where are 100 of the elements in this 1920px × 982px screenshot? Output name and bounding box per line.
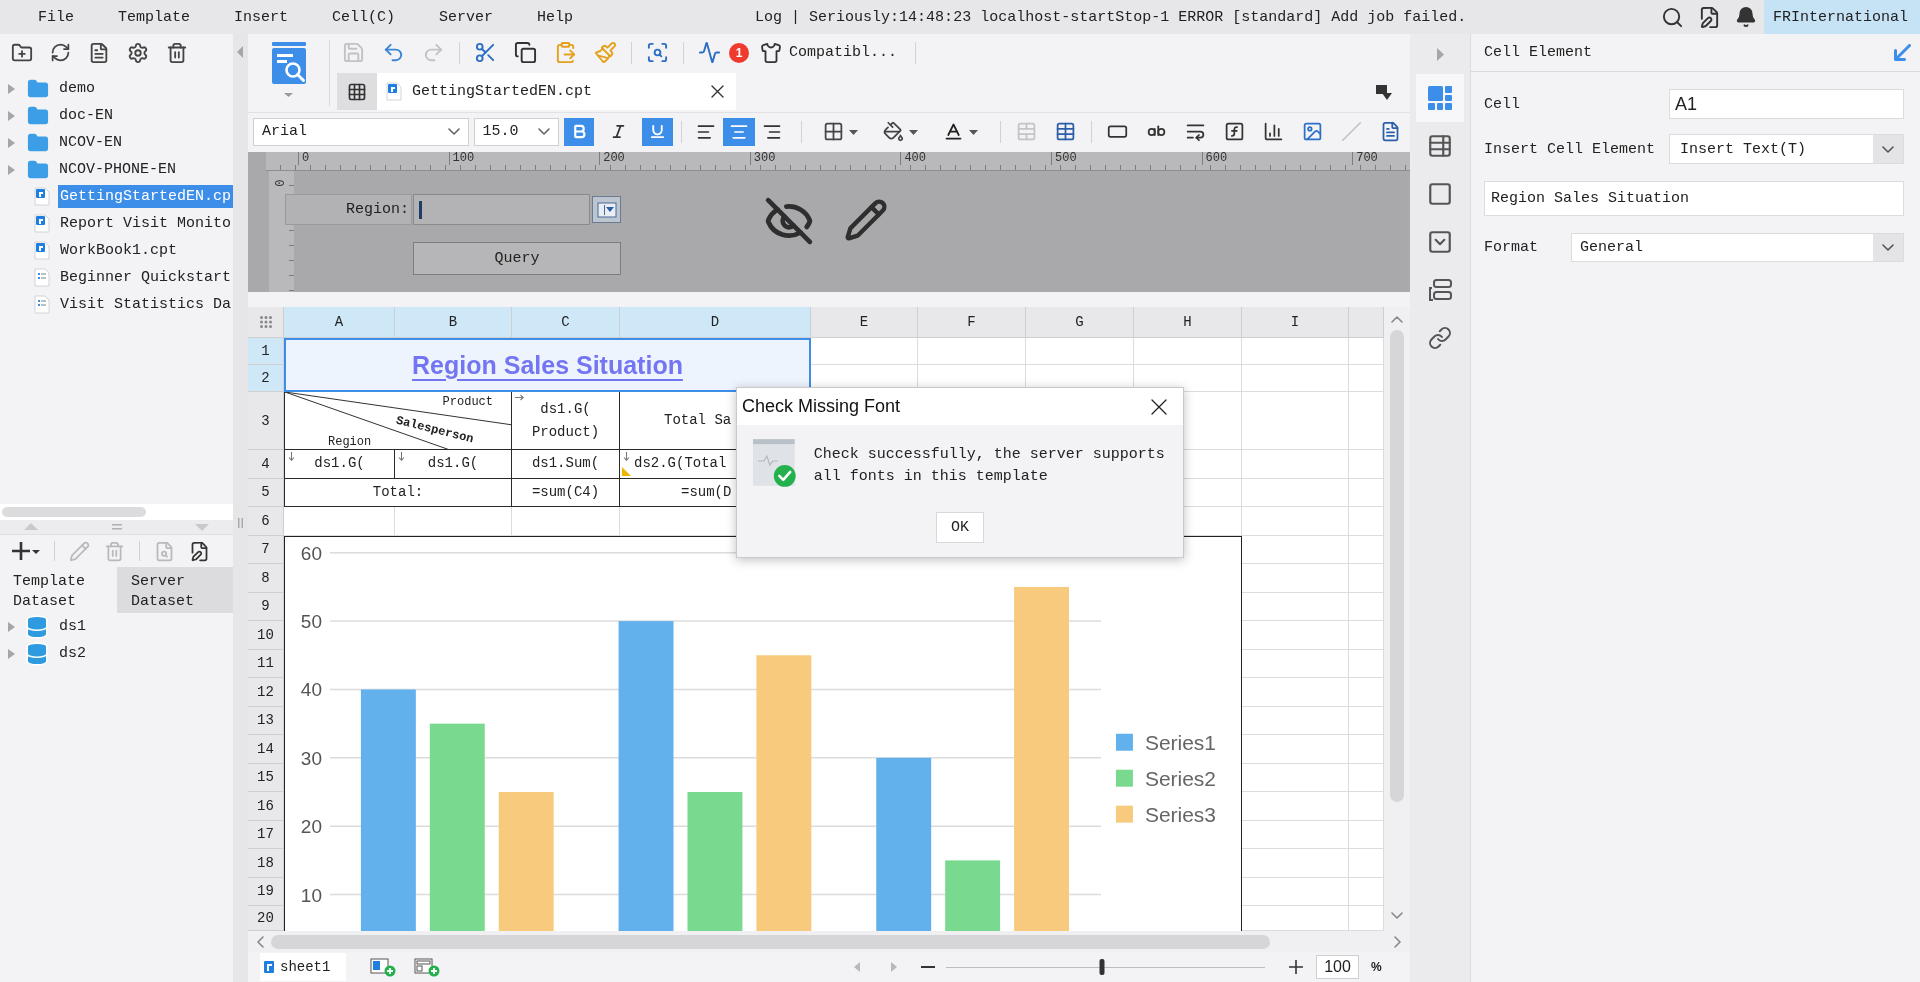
table-cell[interactable] <box>1349 820 1384 849</box>
scrollbar-thumb[interactable] <box>2 507 146 517</box>
file-name[interactable]: demo <box>57 77 97 100</box>
dataset-tab[interactable]: Server Dataset <box>117 567 233 613</box>
table-cell[interactable] <box>1242 507 1349 536</box>
table-cell[interactable]: ds1.G( <box>284 450 395 479</box>
table-icon[interactable] <box>1055 121 1076 142</box>
table-cell[interactable] <box>284 507 395 536</box>
drag-handle-icon[interactable] <box>111 524 122 530</box>
column-header[interactable]: F <box>918 307 1026 338</box>
menu-item[interactable]: Help <box>515 0 596 34</box>
collapsed-arrow-icon[interactable] <box>7 137 15 148</box>
table-cell[interactable] <box>1242 763 1349 792</box>
element-type-select[interactable]: Insert Text(T) <box>1669 134 1904 164</box>
table-cell[interactable] <box>1242 849 1349 878</box>
next-icon[interactable] <box>890 962 897 972</box>
eye-slash-icon[interactable] <box>764 196 814 246</box>
table-cell[interactable] <box>1349 906 1384 931</box>
table-cell[interactable] <box>1349 877 1384 906</box>
table-cell[interactable] <box>1242 592 1349 621</box>
format-select[interactable]: General <box>1571 233 1904 262</box>
table-cell[interactable]: ds1.G( Product) <box>512 392 620 450</box>
table-cell[interactable] <box>1349 592 1384 621</box>
file-name[interactable]: Beginner Quickstart <box>58 266 234 289</box>
row-header[interactable]: 5 <box>248 478 284 507</box>
expand-panel-icon[interactable] <box>1436 47 1444 61</box>
scroll-left-icon[interactable] <box>257 935 264 948</box>
table-cell[interactable] <box>1349 564 1384 593</box>
query-button[interactable]: Query <box>413 242 621 275</box>
file-name[interactable]: Report Visit Monito <box>58 212 234 235</box>
column-header[interactable]: C <box>512 307 620 338</box>
table-cell[interactable] <box>1242 365 1349 392</box>
table-cell[interactable] <box>1242 792 1349 821</box>
row-header[interactable]: 9 <box>248 592 284 621</box>
table-cell[interactable] <box>1349 735 1384 764</box>
file-name[interactable]: NCOV-EN <box>57 131 124 154</box>
table-cell[interactable] <box>1242 906 1349 931</box>
collapsed-arrow-icon[interactable] <box>7 164 15 175</box>
grid-button[interactable] <box>337 73 377 110</box>
previous-icon[interactable] <box>854 962 861 972</box>
function-icon[interactable] <box>1224 121 1245 142</box>
dataset-name[interactable]: ds1 <box>59 618 86 635</box>
menu-item[interactable]: Insert <box>212 0 311 34</box>
table-cell[interactable] <box>1026 338 1134 365</box>
table-cell[interactable] <box>1349 507 1384 536</box>
slider-thumb[interactable] <box>1099 959 1105 975</box>
zoom-in-icon[interactable] <box>1289 960 1303 974</box>
ok-button[interactable]: OK <box>936 512 984 543</box>
region-input-field[interactable] <box>413 194 590 225</box>
table-cell[interactable]: ds1.G( <box>395 450 512 479</box>
row-header[interactable]: 10 <box>248 621 284 650</box>
table-cell[interactable] <box>1242 564 1349 593</box>
add-button[interactable] <box>12 542 40 560</box>
table-cell[interactable] <box>1242 735 1349 764</box>
collapse-up-icon[interactable] <box>24 523 38 531</box>
table-cell[interactable]: =sum(C4) <box>512 478 620 507</box>
side-tab[interactable] <box>1416 74 1464 122</box>
column-header[interactable]: B <box>395 307 512 338</box>
scroll-up-icon[interactable] <box>1391 316 1403 323</box>
row-header[interactable]: 11 <box>248 649 284 678</box>
dataset-name[interactable]: ds2 <box>59 645 86 662</box>
column-header[interactable]: I <box>1242 307 1349 338</box>
collapsed-arrow-icon[interactable] <box>7 83 15 94</box>
column-header[interactable]: E <box>811 307 918 338</box>
search-icon[interactable] <box>1661 5 1684 29</box>
file-name[interactable]: WorkBook1.cpt <box>58 239 180 262</box>
document-icon[interactable] <box>88 41 110 64</box>
bold-button[interactable] <box>564 117 594 146</box>
sheet-tab[interactable]: sheet1 <box>260 953 346 981</box>
file-pen-icon[interactable] <box>189 540 210 562</box>
add-layout-icon[interactable] <box>414 957 440 977</box>
table-cell[interactable] <box>1242 478 1349 507</box>
file-name[interactable]: Visit Statistics Da <box>58 293 234 316</box>
table-cell[interactable] <box>1349 649 1384 678</box>
table-cell[interactable] <box>1242 392 1349 450</box>
bell-icon[interactable] <box>1735 6 1757 28</box>
caret-icon[interactable] <box>848 128 858 135</box>
dropdown-button[interactable] <box>592 196 621 223</box>
zoom-field[interactable]: 100 <box>1316 955 1359 979</box>
underline-button[interactable] <box>642 117 673 146</box>
collapse-panel-icon[interactable] <box>237 46 244 58</box>
table-cell[interactable] <box>1349 392 1384 450</box>
select-all-button[interactable] <box>248 307 284 338</box>
collapsed-arrow-icon[interactable] <box>7 110 15 121</box>
row-header[interactable]: 2 <box>248 365 284 392</box>
table-cell[interactable]: ds1.Sum( <box>512 450 620 479</box>
settings-icon[interactable] <box>127 41 149 64</box>
table-cell[interactable] <box>1242 338 1349 365</box>
table-cell[interactable] <box>1349 849 1384 878</box>
row-header[interactable]: 4 <box>248 450 284 479</box>
table-cell[interactable] <box>512 507 620 536</box>
row-header[interactable]: 19 <box>248 877 284 906</box>
scroll-down-icon[interactable] <box>1391 912 1403 919</box>
table-cell[interactable] <box>1349 535 1384 564</box>
table-cell[interactable] <box>811 338 918 365</box>
column-header[interactable]: D <box>620 307 811 338</box>
table-cell[interactable] <box>1349 706 1384 735</box>
table-cell[interactable] <box>918 338 1026 365</box>
close-icon[interactable] <box>711 85 724 98</box>
cell-input-field[interactable]: A1 <box>1669 89 1904 119</box>
